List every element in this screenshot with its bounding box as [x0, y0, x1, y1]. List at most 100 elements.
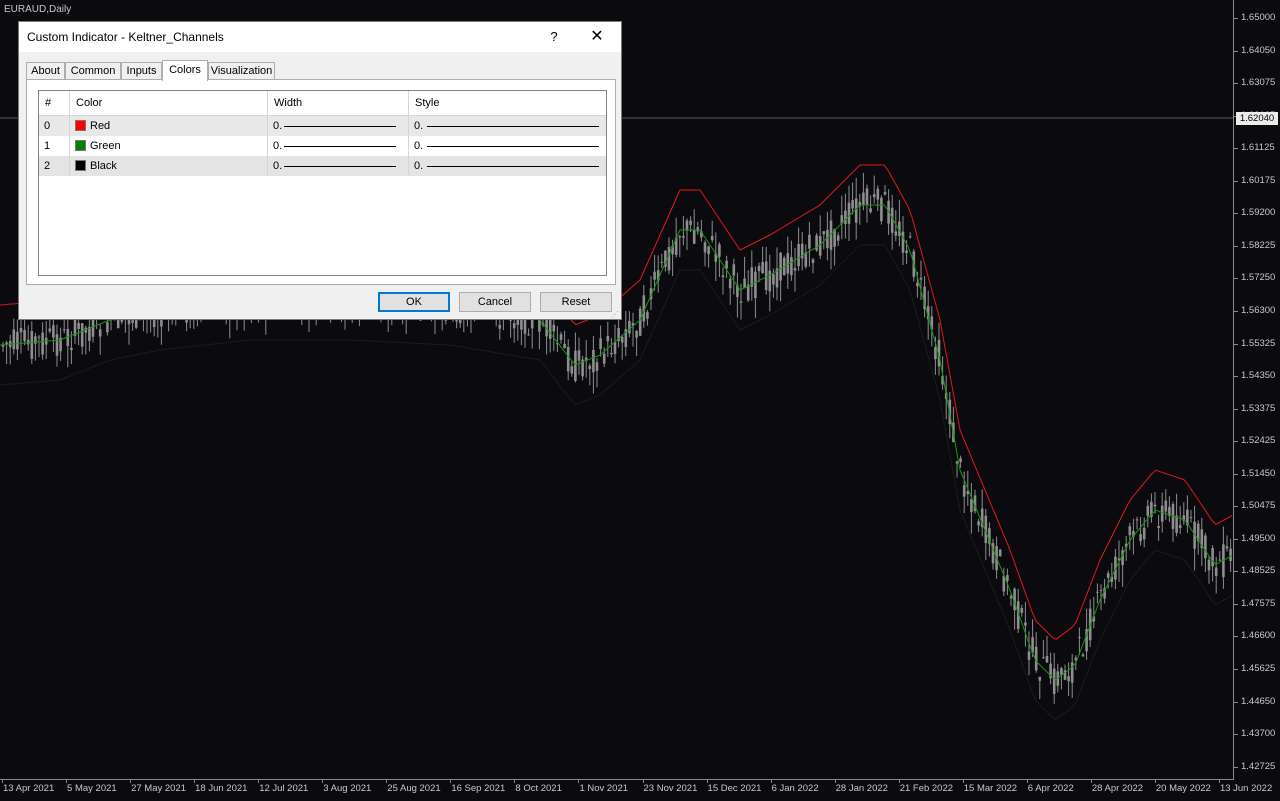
candle-body — [865, 188, 869, 205]
ok-button[interactable]: OK — [378, 292, 450, 312]
candle-body — [98, 329, 102, 337]
time-tick-label: 13 Jun 2022 — [1218, 780, 1273, 794]
candle-body — [667, 246, 671, 271]
candle-body — [620, 336, 624, 343]
candle-body — [1078, 637, 1081, 639]
column-header-style[interactable]: Style — [409, 91, 606, 115]
candle-body — [685, 220, 689, 231]
price-tick-label: 1.45625 — [1234, 663, 1280, 675]
width-value: 0. — [273, 120, 283, 132]
candle-body — [37, 336, 41, 338]
candle-body — [1128, 526, 1132, 536]
candle-body — [1160, 505, 1164, 522]
time-axis[interactable]: 13 Apr 2021 5 May 2021 27 May 2021 18 Jun 2… — [0, 779, 1272, 801]
candle-body — [635, 330, 638, 338]
column-header-index[interactable]: # — [39, 91, 70, 115]
candle-body — [638, 308, 642, 336]
time-tick-label: 15 Mar 2022 — [962, 780, 1018, 794]
candle-body — [527, 334, 530, 336]
candle-body — [1045, 656, 1049, 663]
tab-about[interactable]: About — [26, 62, 65, 79]
candle-body — [862, 192, 865, 206]
candle-body — [80, 323, 84, 347]
candle-body — [660, 261, 664, 263]
style-line-sample — [427, 166, 599, 167]
column-header-color[interactable]: Color — [70, 91, 268, 115]
candle-body — [703, 242, 707, 253]
candle-body — [1142, 527, 1146, 540]
grid-header: # Color Width Style — [39, 91, 606, 116]
candle-body — [577, 350, 581, 361]
candle-body — [12, 329, 16, 350]
candle-body — [768, 270, 772, 292]
time-tick-label: 13 Apr 2021 — [1, 780, 55, 794]
reset-button[interactable]: Reset — [540, 292, 612, 312]
tab-colors[interactable]: Colors — [162, 60, 208, 81]
color-cell[interactable]: Black — [70, 156, 268, 176]
candle-body — [793, 268, 797, 271]
time-tick-label: 6 Jan 2022 — [770, 780, 819, 794]
price-tick-label: 1.65000 — [1234, 12, 1280, 24]
candle-body — [55, 334, 59, 356]
row-index: 1 — [39, 136, 70, 156]
price-tick-label: 1.55325 — [1234, 338, 1280, 350]
style-cell[interactable]: 0. — [409, 116, 606, 136]
style-line-sample — [427, 126, 599, 127]
help-button[interactable]: ? — [539, 25, 569, 49]
color-cell[interactable]: Red — [70, 116, 268, 136]
price-tick-label: 1.47575 — [1234, 598, 1280, 610]
tab-common[interactable]: Common — [65, 62, 121, 79]
color-row[interactable]: 2 Black 0. 0. — [39, 156, 606, 176]
candle-body — [599, 338, 602, 350]
candle-body — [696, 227, 700, 232]
color-row[interactable]: 0 Red 0. 0. — [39, 116, 606, 136]
candle-body — [808, 234, 811, 249]
tab-inputs[interactable]: Inputs — [121, 62, 162, 79]
candle-body — [836, 235, 840, 241]
style-line-sample — [427, 146, 599, 147]
candle-body — [1211, 548, 1214, 567]
price-tick-label: 1.63075 — [1234, 77, 1280, 89]
colors-grid: # Color Width Style 0 Red 0. 0. 1 Green … — [38, 90, 607, 276]
width-cell[interactable]: 0. — [268, 156, 409, 176]
candle-body — [955, 461, 959, 464]
candle-body — [1153, 504, 1157, 507]
candle-body — [894, 231, 898, 236]
candle-body — [610, 353, 613, 355]
price-tick-label: 1.43700 — [1234, 728, 1280, 740]
cancel-button[interactable]: Cancel — [459, 292, 531, 312]
candle-body — [592, 350, 595, 373]
row-index: 2 — [39, 156, 70, 176]
color-name: Black — [90, 160, 117, 172]
style-cell[interactable]: 0. — [409, 156, 606, 176]
candle-body — [574, 350, 577, 381]
style-cell[interactable]: 0. — [409, 136, 606, 156]
price-tick-label: 1.58225 — [1234, 240, 1280, 252]
tab-visualization[interactable]: Visualization — [208, 62, 275, 79]
width-cell[interactable]: 0. — [268, 136, 409, 156]
candle-body — [844, 210, 847, 225]
candle-body — [1178, 525, 1182, 528]
candle-body — [790, 257, 793, 276]
price-tick-label: 1.46600 — [1234, 630, 1280, 642]
candle-body — [1214, 567, 1218, 576]
color-cell[interactable]: Green — [70, 136, 268, 156]
time-tick-label: 28 Jan 2022 — [834, 780, 888, 794]
symbol-label: EURAUD,Daily — [4, 4, 72, 15]
candle-body — [880, 197, 883, 222]
price-tick-label: 1.57250 — [1234, 272, 1280, 284]
close-button[interactable]: ✕ — [582, 25, 612, 49]
candle-body — [959, 458, 962, 462]
price-tick-label: 1.52425 — [1234, 435, 1280, 447]
candle-body — [613, 342, 617, 354]
column-header-width[interactable]: Width — [268, 91, 409, 115]
candle-body — [757, 265, 761, 272]
candle-body — [1146, 505, 1150, 516]
candle-body — [1052, 668, 1056, 694]
candle-body — [854, 198, 858, 223]
resize-grip-icon[interactable]: ⋰ — [611, 310, 619, 319]
color-row[interactable]: 1 Green 0. 0. — [39, 136, 606, 156]
width-cell[interactable]: 0. — [268, 116, 409, 136]
dialog-titlebar[interactable]: Custom Indicator - Keltner_Channels ? ✕ — [19, 22, 621, 52]
candle-body — [851, 200, 854, 209]
